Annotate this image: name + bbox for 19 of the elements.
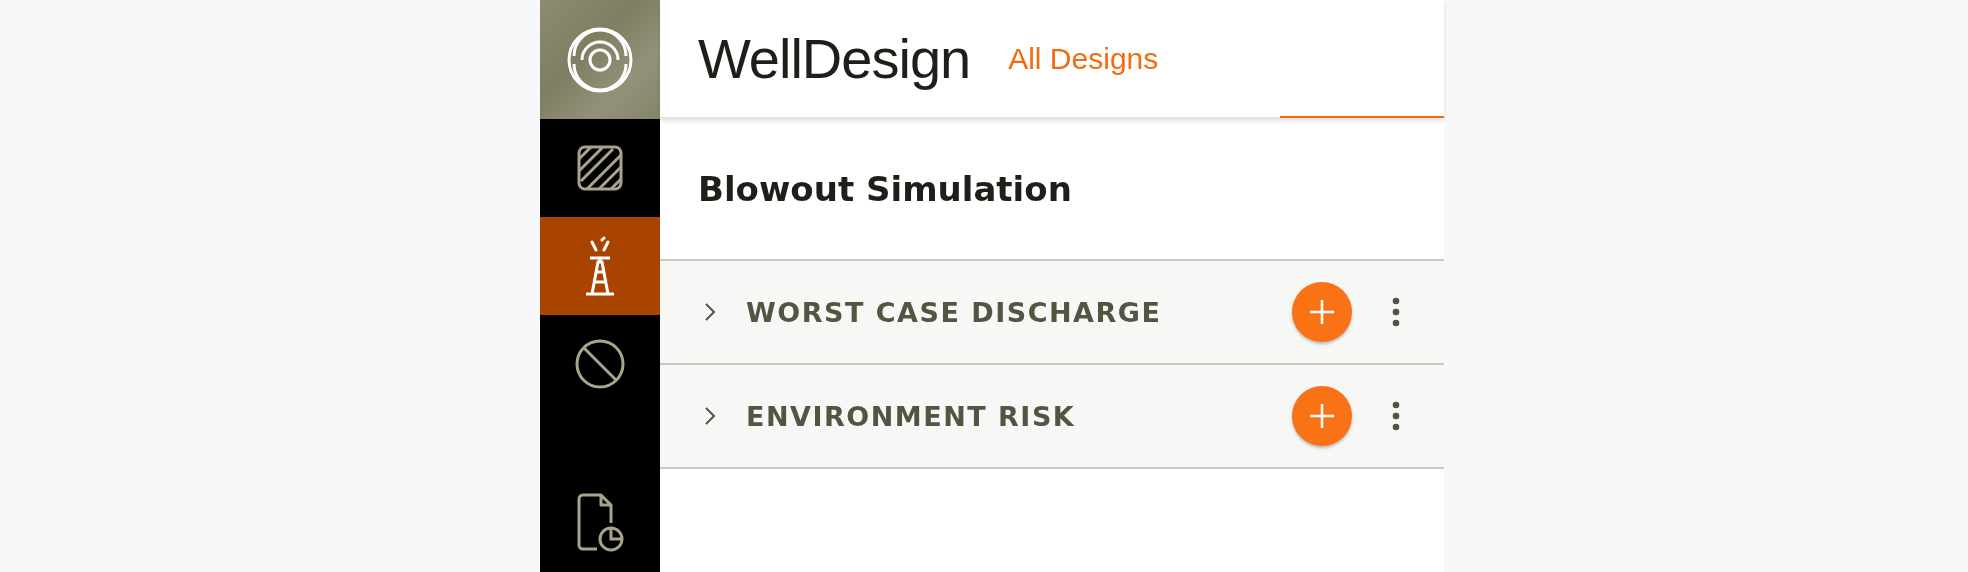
concentric-rings-icon: [566, 25, 634, 94]
section-row[interactable]: ENVIRONMENT RISK: [660, 365, 1444, 469]
document-clock-icon: [575, 493, 625, 553]
plus-icon: [1308, 402, 1336, 430]
add-button[interactable]: [1292, 282, 1352, 342]
sidebar-item[interactable]: [540, 217, 660, 315]
hatched-square-icon: [577, 145, 623, 191]
chevron-right-icon[interactable]: [704, 302, 716, 322]
plus-icon: [1308, 298, 1336, 326]
prohibited-icon: [574, 338, 626, 390]
add-button[interactable]: [1292, 386, 1352, 446]
app-name: WellDesign: [698, 26, 971, 91]
more-options-icon[interactable]: [1392, 401, 1400, 431]
logo-tile[interactable]: [540, 0, 660, 119]
section-title: WORST CASE DISCHARGE: [746, 296, 1163, 328]
section-title: ENVIRONMENT RISK: [746, 400, 1077, 432]
section-row[interactable]: WORST CASE DISCHARGE: [660, 261, 1444, 365]
more-options-icon[interactable]: [1392, 297, 1400, 327]
chevron-right-icon[interactable]: [704, 406, 716, 426]
